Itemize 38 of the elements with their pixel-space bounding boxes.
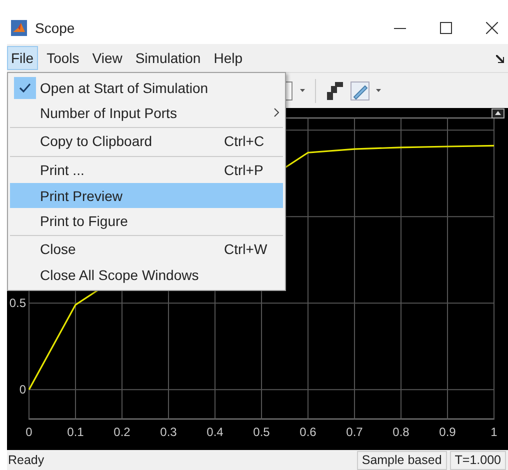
x-tick-label: 0.8 (392, 425, 410, 439)
menu-entry[interactable]: Number of Input Ports (10, 100, 283, 125)
caret-icon[interactable] (376, 89, 381, 92)
status-time: T=1.000 (450, 450, 506, 470)
maximize-icon[interactable] (440, 22, 452, 34)
menu-entry[interactable]: Print Preview (10, 183, 283, 208)
dock-arrow-icon[interactable] (496, 55, 504, 63)
x-tick-label: 0 (26, 425, 32, 439)
ruler-icon[interactable] (350, 80, 370, 100)
menu-item[interactable]: File (7, 46, 38, 70)
x-tick-label: 0.7 (346, 425, 363, 439)
app-icon (11, 20, 27, 36)
status-message: Ready (7, 453, 44, 467)
x-tick-label: 0.4 (206, 425, 224, 439)
x-tick-label: 0.3 (160, 425, 177, 439)
x-tick-label: 1 (490, 425, 498, 439)
window-title: Scope (35, 20, 75, 36)
x-tick-label: 0.9 (439, 425, 456, 439)
menu-entry[interactable]: Close All Scope Windows (10, 262, 283, 287)
menu-entry[interactable]: Copy to Clipboard Ctrl+C (10, 127, 283, 154)
close-icon[interactable] (486, 22, 498, 34)
x-tick-label: 0.1 (67, 425, 84, 439)
caret-icon[interactable] (300, 89, 305, 92)
menu-item[interactable]: Simulation (131, 46, 205, 70)
menu-item[interactable]: View (88, 46, 126, 70)
y-tick-label: 0 (19, 382, 26, 397)
checkmark-icon (14, 76, 36, 98)
x-tick-label: 0.2 (114, 425, 130, 439)
status-mode: Sample based (356, 450, 447, 470)
x-tick-label: 0.5 (253, 425, 270, 439)
y-tick-label: 0.5 (9, 296, 26, 310)
menu-item[interactable]: Help (210, 46, 247, 70)
expand-icon[interactable] (492, 108, 504, 118)
menu-item[interactable]: Tools (42, 46, 84, 70)
menu-entry[interactable]: Close Ctrl+W (10, 235, 283, 262)
step-icon[interactable] (326, 80, 344, 100)
menu-entry[interactable]: Print to Figure (10, 208, 283, 233)
x-tick-label: 0.6 (300, 425, 316, 439)
